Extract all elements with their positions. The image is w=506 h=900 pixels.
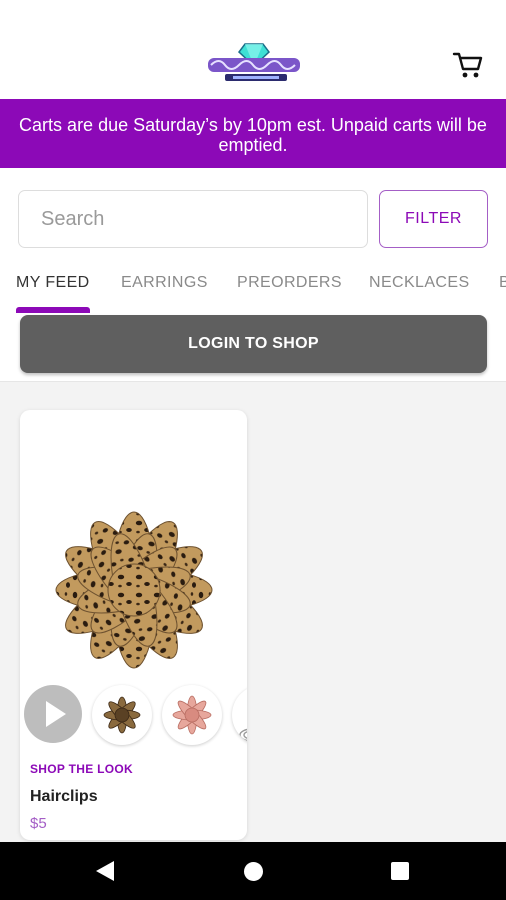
nav-recent-apps-icon[interactable] [391,862,409,880]
filter-label: FILTER [405,210,462,227]
nav-home-icon[interactable] [244,862,263,881]
brand-logo[interactable] [205,40,303,86]
tab-necklaces[interactable]: NECKLACES [369,274,470,292]
product-image[interactable] [44,500,224,680]
product-name[interactable]: Hairclips [30,788,98,806]
thumbnail-leopard[interactable] [92,685,152,745]
login-to-shop-button[interactable]: LOGIN TO SHOP [20,315,487,373]
nav-back-icon[interactable] [96,861,114,881]
login-label: LOGIN TO SHOP [188,335,319,352]
cart-due-banner: Carts are due Saturday’s by 10pm est. Un… [0,99,506,168]
tab-preorders[interactable]: PREORDERS [237,274,342,292]
shopping-cart-icon[interactable] [452,50,484,80]
search-field[interactable] [18,190,368,248]
product-card[interactable]: SHOP THE LOOK Hairclips $5 [20,410,247,840]
tab-my-feed[interactable]: MY FEED [16,274,90,292]
play-video-icon[interactable] [24,685,82,743]
thumbnail-partial[interactable] [232,685,247,745]
shop-the-look-label[interactable]: SHOP THE LOOK [30,762,133,776]
thumbnail-pink[interactable] [162,685,222,745]
app-header [0,0,506,99]
tab-partial[interactable]: B [499,274,506,292]
filter-button[interactable]: FILTER [379,190,488,248]
search-input[interactable] [19,191,367,247]
tab-earrings[interactable]: EARRINGS [121,274,208,292]
system-nav-bar [0,842,506,900]
banner-text: Carts are due Saturday’s by 10pm est. Un… [19,115,487,155]
active-tab-indicator [16,307,90,313]
product-price: $5 [30,815,47,832]
